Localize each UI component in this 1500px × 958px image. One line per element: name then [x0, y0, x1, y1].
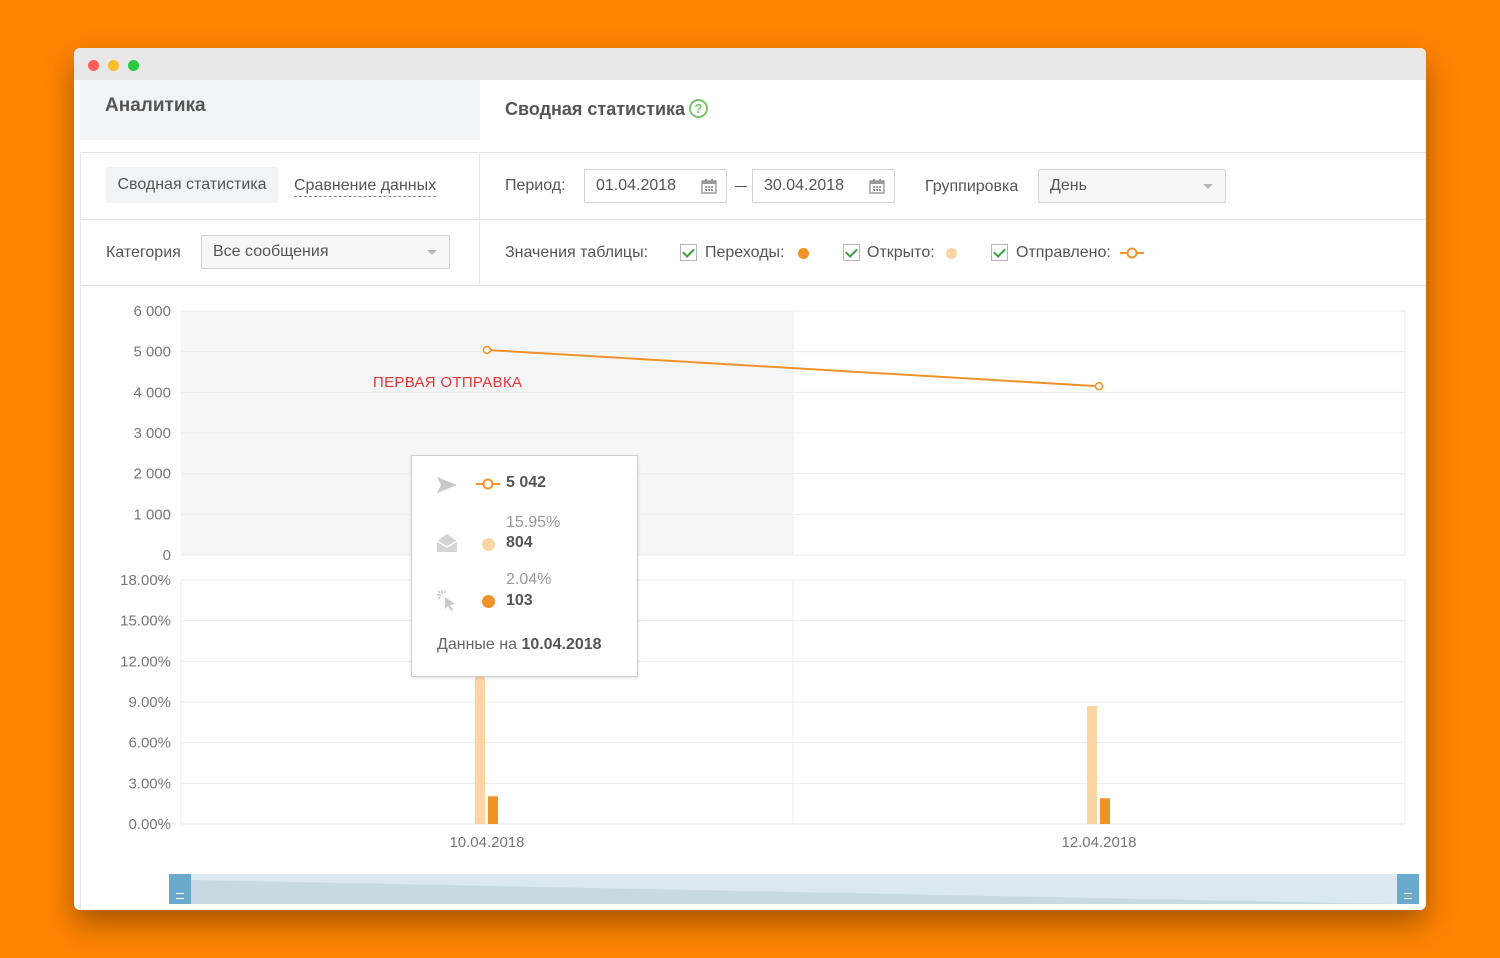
data-point [482, 345, 492, 355]
y-tick-label: 2 000 [133, 466, 171, 483]
y-tick-label: 0.00% [128, 816, 171, 833]
navigator-right-handle[interactable] [1397, 874, 1419, 904]
click-cursor-icon [437, 590, 455, 611]
tooltip-opened-value: 804 [506, 534, 533, 551]
opened-dot [482, 538, 495, 551]
navigator-left-handle[interactable] [169, 874, 191, 904]
bar-clicks [1100, 798, 1110, 824]
bar-clicks [488, 796, 498, 824]
envelope-icon [436, 534, 458, 552]
y-tick-label: 4 000 [133, 384, 171, 401]
tooltip-opened-percent: 15.95% [506, 514, 561, 531]
y-tick-label: 6 000 [133, 303, 171, 320]
sent-marker-icon [476, 478, 500, 490]
tooltip-clicks-value: 103 [506, 592, 533, 609]
tooltip-clicks-percent: 2.04% [506, 571, 552, 588]
y-tick-label: 15.00% [120, 613, 171, 630]
send-icon [437, 477, 457, 493]
y-tick-label: 9.00% [128, 694, 171, 711]
y-tick-label: 0 [163, 547, 171, 564]
rate-bar-chart: 18.00% 15.00% 12.00% 9.00% 6.00% 3.00% 0.00% 10… [120, 572, 1406, 851]
x-tick-label: 10.04.2018 [449, 834, 524, 851]
tooltip-footer-date: 10.04.2018 [521, 636, 602, 653]
tooltip-footer-prefix: Данные на [437, 636, 517, 653]
tooltip-sent-value: 5 042 [506, 474, 547, 491]
sent-line-chart: 6 000 5 000 4 000 3 000 2 000 1 000 0 [133, 303, 1406, 564]
y-tick-label: 18.00% [120, 572, 171, 589]
chart-canvas: 6 000 5 000 4 000 3 000 2 000 1 000 0 18.00% 15… [120, 303, 1406, 851]
y-tick-label: 5 000 [133, 344, 171, 361]
y-tick-label: 3.00% [128, 775, 171, 792]
x-tick-label: 12.04.2018 [1061, 834, 1136, 851]
tooltip-footer: Данные на 10.04.2018 [437, 636, 602, 654]
y-tick-label: 12.00% [120, 653, 171, 670]
navigator-preview [191, 880, 1397, 904]
bar-opened [1087, 706, 1097, 824]
range-navigator[interactable] [169, 874, 1419, 904]
data-point [1094, 381, 1104, 391]
y-tick-label: 6.00% [128, 735, 171, 752]
y-tick-label: 3 000 [133, 425, 171, 442]
chart-tooltip: 5 042 15.95% 804 2.04% 103 Данные на 10.… [411, 455, 638, 677]
y-tick-label: 1 000 [133, 506, 171, 523]
clicks-dot [482, 595, 495, 608]
line-chart-annotation: ПЕРВАЯ ОТПРАВКА [373, 374, 523, 391]
